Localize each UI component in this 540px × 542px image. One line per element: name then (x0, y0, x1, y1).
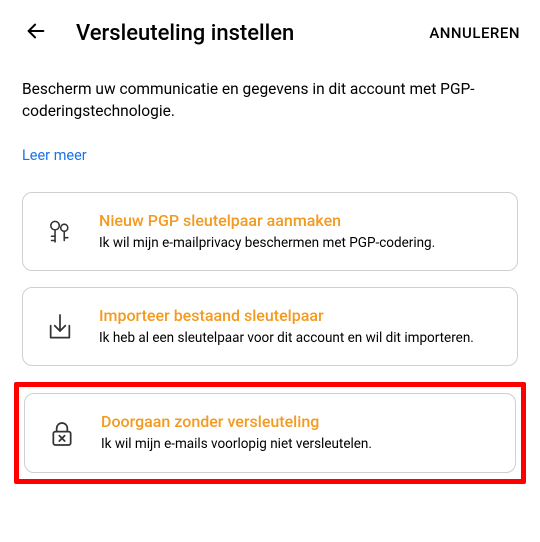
option-desc: Ik wil mijn e-mailprivacy beschermen met… (99, 234, 499, 252)
option-title: Importeer bestaand sleutelpaar (99, 306, 499, 325)
option-continue-without-encryption[interactable]: Doorgaan zonder versleuteling Ik wil mij… (24, 393, 516, 472)
lock-x-icon (43, 414, 81, 452)
option-desc: Ik wil mijn e-mails voorlopig niet versl… (101, 435, 497, 453)
option-text-block: Nieuw PGP sleutelpaar aanmaken Ik wil mi… (99, 211, 499, 252)
highlighted-option-frame: Doorgaan zonder versleuteling Ik wil mij… (14, 382, 526, 483)
app-header: Versleuteling instellen ANNULEREN (0, 0, 540, 58)
option-title: Doorgaan zonder versleuteling (101, 412, 497, 431)
option-create-keypair[interactable]: Nieuw PGP sleutelpaar aanmaken Ik wil mi… (22, 192, 518, 271)
back-button[interactable] (20, 17, 52, 49)
cancel-button[interactable]: ANNULEREN (425, 16, 524, 50)
option-import-keypair[interactable]: Importeer bestaand sleutelpaar Ik heb al… (22, 287, 518, 366)
option-desc: Ik heb al een sleutelpaar voor dit accou… (99, 329, 499, 347)
intro-text: Bescherm uw communicatie en gegevens in … (22, 78, 518, 123)
keys-icon (41, 213, 79, 251)
arrow-left-icon (25, 20, 47, 46)
option-title: Nieuw PGP sleutelpaar aanmaken (99, 211, 499, 230)
content-area: Bescherm uw communicatie en gegevens in … (0, 58, 540, 484)
option-text-block: Doorgaan zonder versleuteling Ik wil mij… (101, 412, 497, 453)
import-icon (41, 308, 79, 346)
learn-more-link[interactable]: Leer meer (22, 147, 87, 164)
page-title: Versleuteling instellen (76, 21, 425, 46)
option-text-block: Importeer bestaand sleutelpaar Ik heb al… (99, 306, 499, 347)
